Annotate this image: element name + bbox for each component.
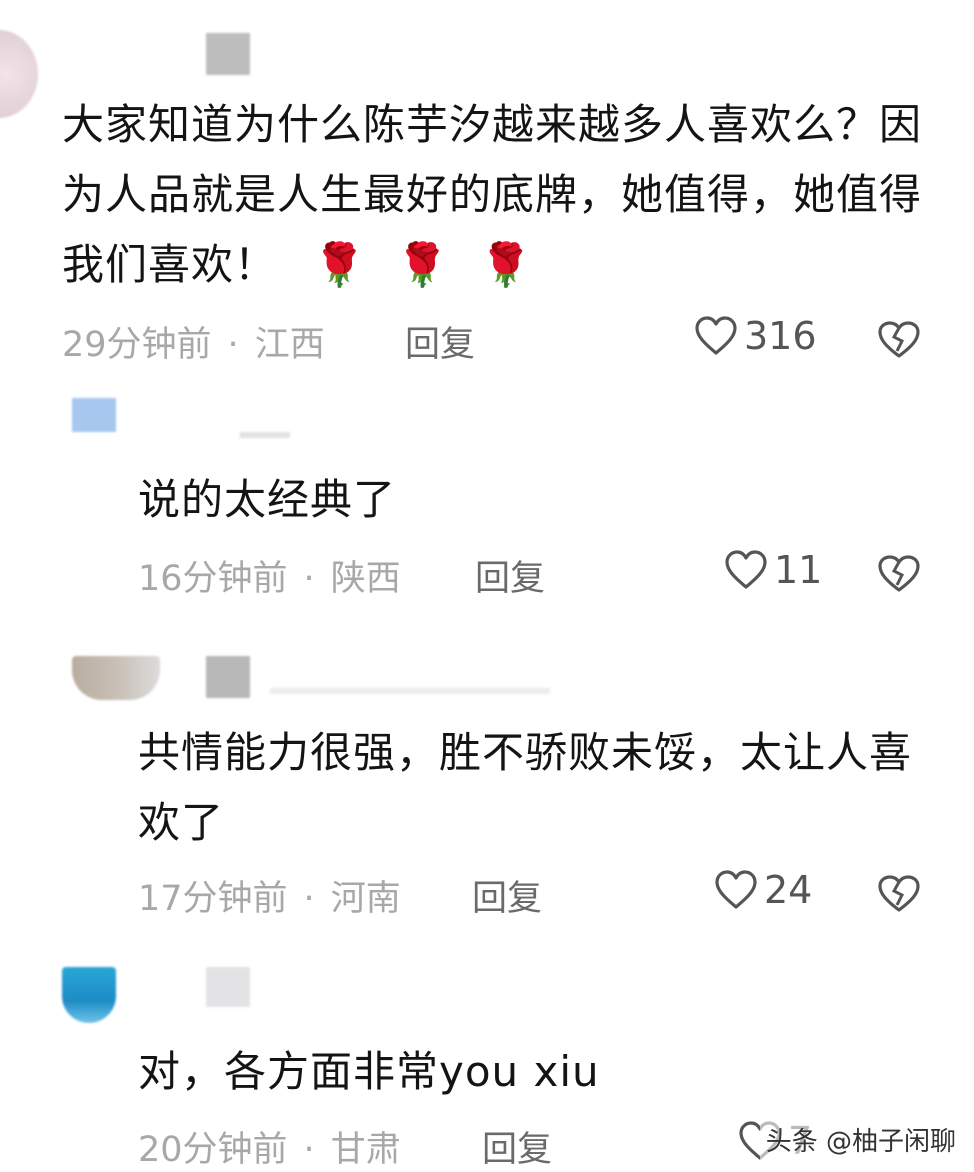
reply-button[interactable]: 回复 — [482, 1121, 552, 1172]
reply-button[interactable]: 回复 — [472, 870, 542, 921]
like-button[interactable]: 316 — [694, 314, 817, 358]
comment-text: 共情能力很强，胜不骄败未馁，太让人喜欢了 — [138, 718, 918, 858]
rose-emoji: 🌹 — [479, 240, 533, 289]
meta-separator: · — [303, 559, 315, 599]
reply-button[interactable]: 回复 — [405, 316, 475, 367]
username-mosaic[interactable] — [206, 967, 250, 1007]
dislike-button[interactable] — [877, 554, 921, 594]
like-count: 11 — [774, 548, 823, 592]
meta-separator: · — [303, 879, 315, 919]
like-button[interactable]: 24 — [714, 868, 812, 912]
avatar[interactable] — [72, 398, 116, 432]
comment-location: 甘肃 — [330, 1130, 401, 1170]
comment-time: 17分钟前 — [138, 879, 288, 919]
comment-body: 共情能力很强，胜不骄败未馁，太让人喜欢了 — [138, 728, 913, 847]
comment-time: 29分钟前 — [62, 325, 212, 365]
reply-button[interactable]: 回复 — [475, 550, 545, 601]
username-mosaic[interactable] — [206, 33, 250, 75]
dislike-button[interactable] — [877, 874, 921, 914]
watermark: 头条 @柚子闲聊 — [759, 1119, 962, 1160]
heart-outline-icon — [694, 315, 738, 357]
avatar[interactable] — [72, 656, 160, 700]
rose-emoji: 🌹 — [313, 240, 367, 289]
comment-time: 16分钟前 — [138, 559, 288, 599]
comment-1: 大家知道为什么陈芋汐越来越多人喜欢么？因为人品就是人生最好的底牌，她值得，她值得… — [0, 0, 974, 380]
broken-heart-icon — [877, 320, 921, 360]
meta-separator: · — [227, 325, 239, 365]
comment-meta: 29分钟前 · 江西 — [62, 316, 325, 367]
comment-body: 说的太经典了 — [138, 475, 397, 524]
comment-body: 对，各方面非常you xiu — [138, 1047, 600, 1096]
like-count: 24 — [764, 868, 813, 912]
username-mosaic[interactable] — [206, 656, 250, 698]
comment-text: 说的太经典了 — [138, 465, 918, 535]
comment-3: 共情能力很强，胜不骄败未馁，太让人喜欢了 17分钟前 · 河南 回复 24 — [0, 640, 974, 940]
meta-separator: · — [303, 1130, 315, 1170]
broken-heart-icon — [877, 874, 921, 914]
comment-2: 说的太经典了 16分钟前 · 陕西 回复 11 — [0, 390, 974, 620]
comment-location: 河南 — [330, 879, 401, 919]
comment-meta: 20分钟前 · 甘肃 — [138, 1121, 401, 1172]
comment-meta: 16分钟前 · 陕西 — [138, 550, 401, 601]
comment-text: 大家知道为什么陈芋汐越来越多人喜欢么？因为人品就是人生最好的底牌，她值得，她值得… — [62, 90, 922, 300]
like-count: 316 — [744, 314, 817, 358]
username-mosaic[interactable] — [240, 432, 290, 438]
comment-location: 陕西 — [330, 559, 401, 599]
comment-time: 20分钟前 — [138, 1130, 288, 1170]
heart-outline-icon — [714, 869, 758, 911]
rose-emoji: 🌹 — [396, 240, 450, 289]
comment-text: 对，各方面非常you xiu — [138, 1037, 918, 1107]
avatar[interactable] — [62, 967, 116, 1023]
dislike-button[interactable] — [877, 320, 921, 360]
like-button[interactable]: 11 — [724, 548, 822, 592]
comment-meta: 17分钟前 · 河南 — [138, 870, 401, 921]
avatar[interactable] — [0, 30, 38, 118]
comment-location: 江西 — [254, 325, 325, 365]
heart-outline-icon — [724, 549, 768, 591]
username-mosaic[interactable] — [270, 688, 550, 694]
broken-heart-icon — [877, 554, 921, 594]
